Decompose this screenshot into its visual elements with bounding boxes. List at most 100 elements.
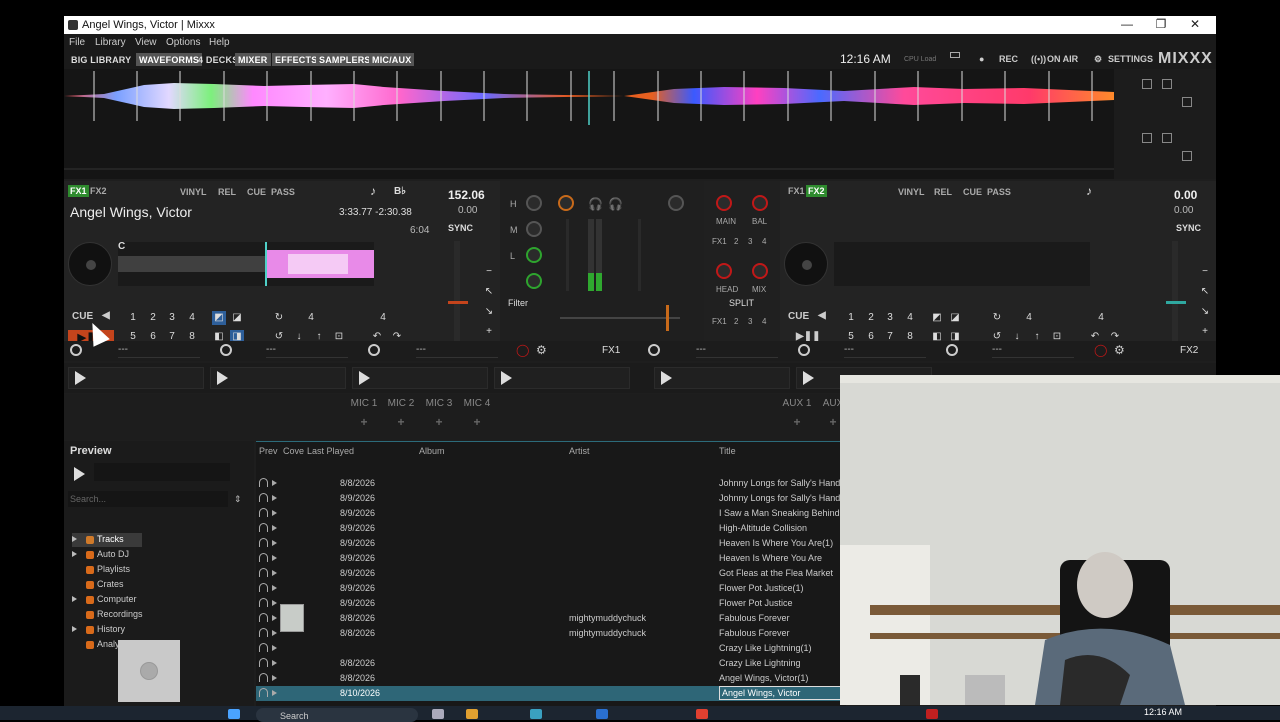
preview-play-icon[interactable]: [74, 467, 85, 481]
menu-view[interactable]: View: [135, 37, 157, 48]
tree-item-playlists[interactable]: Playlists: [72, 563, 192, 577]
deck1-volume-fader[interactable]: [566, 219, 569, 291]
deck1-hotcue-1[interactable]: 1: [126, 311, 140, 325]
file-explorer-icon[interactable]: [466, 709, 478, 719]
sampler-4[interactable]: [494, 367, 630, 389]
effects-button[interactable]: EFFECTS: [272, 53, 321, 66]
fx2-slot2-power-icon[interactable]: [798, 344, 810, 356]
menu-library[interactable]: Library: [95, 37, 126, 48]
deck1-fx1-toggle[interactable]: FX1: [68, 185, 89, 197]
deck2-overview[interactable]: [834, 242, 1090, 286]
table-row[interactable]: 8/9/2026 Johnny Longs for Sally's Hand: [256, 491, 846, 506]
sampler-3[interactable]: [352, 367, 488, 389]
menu-help[interactable]: Help: [209, 37, 230, 48]
fx2-enable-icon[interactable]: ◯: [1094, 343, 1107, 357]
preview-play-icon[interactable]: [272, 540, 277, 546]
preview-deck[interactable]: [94, 463, 230, 481]
deck2-hotcue-4[interactable]: 4: [903, 311, 917, 325]
table-row[interactable]: 8/10/2026 Angel Wings, Victor: [256, 686, 846, 701]
table-row[interactable]: 8/8/2026 Angel Wings, Victor(1): [256, 671, 846, 686]
preview-play-icon[interactable]: [272, 645, 277, 651]
mic-3[interactable]: MIC 3 +: [422, 398, 456, 429]
headphone-icon[interactable]: [259, 553, 268, 562]
expand-arrow-icon[interactable]: [72, 551, 77, 557]
table-row[interactable]: Crazy Like Lightning(1): [256, 641, 846, 656]
deck2-pitch-handle[interactable]: [1166, 301, 1186, 304]
deck1-pitch-down-icon[interactable]: −: [482, 265, 496, 279]
col-last-played[interactable]: Last Played: [307, 446, 354, 456]
mic-4-add[interactable]: +: [460, 415, 494, 429]
balance-knob[interactable]: [752, 195, 768, 211]
preview-play-icon[interactable]: [272, 630, 277, 636]
preview-play-icon[interactable]: [272, 495, 277, 501]
sampler1-play-icon[interactable]: [75, 371, 86, 385]
lock-icon-2[interactable]: [1182, 151, 1192, 161]
mic-aux-button[interactable]: MIC/AUX: [369, 53, 415, 66]
deck1-headphone-icon[interactable]: 🎧: [588, 197, 603, 211]
mic-1-add[interactable]: +: [347, 415, 381, 429]
preview-play-icon[interactable]: [272, 570, 277, 576]
zoom-in-button-2[interactable]: [1142, 133, 1152, 143]
deck1-hotcue-2[interactable]: 2: [146, 311, 160, 325]
deck1-gain-knob[interactable]: [558, 195, 574, 211]
deck1-pitch-up-icon[interactable]: +: [482, 325, 496, 339]
deck2-hotcue-2[interactable]: 2: [864, 311, 878, 325]
headphone-icon[interactable]: [259, 508, 268, 517]
fx1-gear-icon[interactable]: ⚙: [536, 343, 547, 357]
deck2-hotcue-1[interactable]: 1: [844, 311, 858, 325]
sampler6-play-icon[interactable]: [803, 371, 814, 385]
deck2-loop-out-icon[interactable]: ◪: [948, 311, 962, 325]
lock-icon[interactable]: [1182, 97, 1192, 107]
deck1-filter-knob[interactable]: [526, 273, 542, 289]
preview-play-icon[interactable]: [272, 600, 277, 606]
deck2-cue-mode-button[interactable]: CUE: [963, 187, 982, 197]
deck2-beatloop-icon[interactable]: ↻: [990, 311, 1004, 325]
fx1-slot2-select[interactable]: ---: [266, 344, 348, 358]
deck1-eq-low-knob[interactable]: [526, 247, 542, 263]
fx-assign-4[interactable]: 4: [762, 237, 766, 246]
deck2-gain-knob[interactable]: [668, 195, 684, 211]
deck2-pass-button[interactable]: PASS: [987, 187, 1011, 197]
deck2-fx1-toggle[interactable]: FX1: [786, 185, 807, 197]
deck2-nudge2-icon[interactable]: ↘: [1198, 305, 1212, 319]
head-mix-knob[interactable]: [752, 263, 768, 279]
deck2-beatjump-size[interactable]: 4: [1022, 311, 1036, 325]
task-view-icon[interactable]: [432, 709, 444, 719]
deck1-nudge-icon[interactable]: ↖: [482, 285, 496, 299]
col-preview[interactable]: Prev: [259, 446, 278, 456]
tree-item-recordings[interactable]: Recordings: [72, 608, 192, 622]
headphone-icon[interactable]: [259, 598, 268, 607]
fx1-slot3-power-icon[interactable]: [368, 344, 380, 356]
crossfader[interactable]: [560, 317, 680, 319]
deck1-beatjump-size[interactable]: 4: [304, 311, 318, 325]
beat-grid-button-2[interactable]: [1162, 133, 1172, 143]
fx2-slot1-select[interactable]: ---: [696, 344, 778, 358]
sampler4-play-icon[interactable]: [501, 371, 512, 385]
headphone-icon[interactable]: [259, 523, 268, 532]
fx-assign-1[interactable]: FX1: [712, 237, 727, 246]
preview-play-icon[interactable]: [272, 525, 277, 531]
fx1-slot3-select[interactable]: ---: [416, 344, 498, 358]
mic-2-add[interactable]: +: [384, 415, 418, 429]
sampler5-play-icon[interactable]: [661, 371, 672, 385]
table-row[interactable]: 8/9/2026 Flower Pot Justice(1): [256, 581, 846, 596]
deck2-volume-fader[interactable]: [638, 219, 641, 291]
deck1-hotcue-3[interactable]: 3: [165, 311, 179, 325]
preview-play-icon[interactable]: [272, 690, 277, 696]
deck1-bpm[interactable]: 152.06: [448, 188, 485, 202]
fx1-enable-icon[interactable]: ◯: [516, 343, 529, 357]
col-artist[interactable]: Artist: [569, 446, 590, 456]
fx-assign-2[interactable]: 2: [734, 237, 738, 246]
search-input[interactable]: Search...: [68, 491, 228, 507]
headphone-icon[interactable]: [259, 658, 268, 667]
deck2-nudge-icon[interactable]: ↖: [1198, 285, 1212, 299]
deck1-spinny[interactable]: [68, 242, 112, 286]
fx2-unit-label[interactable]: FX2: [1180, 345, 1198, 356]
expand-arrow-icon[interactable]: [72, 626, 77, 632]
sampler3-play-icon[interactable]: [359, 371, 370, 385]
headphone-icon[interactable]: [259, 613, 268, 622]
search-history-chevron-icon[interactable]: ⇕: [234, 494, 242, 505]
table-row[interactable]: 8/9/2026 Got Fleas at the Flea Market: [256, 566, 846, 581]
deck2-vinyl-button[interactable]: VINYL: [898, 187, 925, 197]
fx-assign-3[interactable]: 3: [748, 237, 752, 246]
